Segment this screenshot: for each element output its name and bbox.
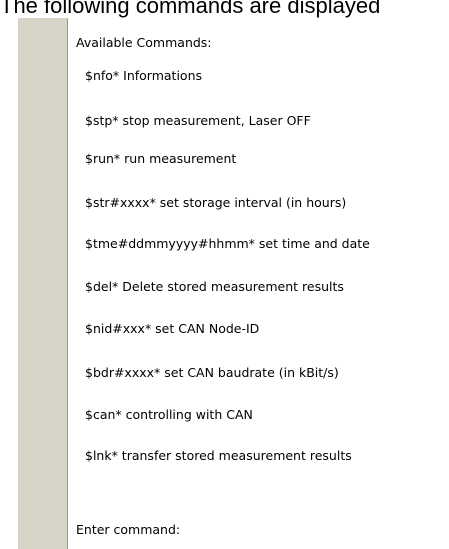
command-line-tme: $tme#ddmmyyyy#hhmm* set time and date <box>85 236 370 251</box>
command-line-bdr: $bdr#xxxx* set CAN baudrate (in kBit/s) <box>85 365 339 380</box>
command-prompt[interactable]: Enter command: <box>76 522 180 538</box>
console-gutter <box>19 18 67 549</box>
command-line-run: $run* run measurement <box>85 151 237 166</box>
command-line-str: $str#xxxx* set storage interval (in hour… <box>85 195 347 210</box>
command-line-stp: $stp* stop measurement, Laser OFF <box>85 113 311 128</box>
left-margin-strip <box>0 18 19 549</box>
command-line-nfo: $nfo* Informations <box>85 68 203 83</box>
command-line-can: $can* controlling with CAN <box>85 407 253 422</box>
command-line-del: $del* Delete stored measurement results <box>85 279 344 294</box>
page-heading: The following commands are displayed <box>0 0 381 18</box>
command-line-lnk: $lnk* transfer stored measurement result… <box>85 448 352 463</box>
command-line-nid: $nid#xxx* set CAN Node-ID <box>85 321 260 336</box>
console-header: Available Commands: <box>76 35 212 50</box>
